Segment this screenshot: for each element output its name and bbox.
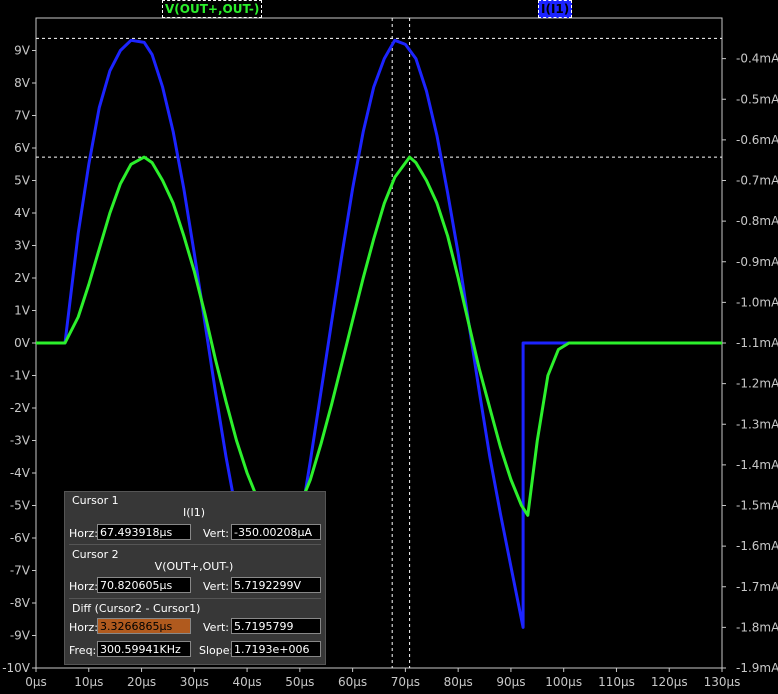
y-left-tick-label: 6V [14,141,31,155]
x-tick-label: 130µs [704,675,741,689]
voltage-trace-label[interactable]: V(OUT+,OUT-) [162,0,263,18]
cursor1-vert-label: Vert: [203,527,229,540]
diff-vert-label: Vert: [203,621,229,634]
current-trace-label[interactable]: I(I1) [538,0,573,18]
cursor-readout-panel: Cursor 1 I(I1) Horz: 67.493918µs Vert: -… [64,491,326,665]
x-tick-label: 120µs [651,675,688,689]
diff-slope-label: Slope: [199,644,234,657]
y-right-tick-label: -0.6mA [736,133,778,147]
y-right-tick-label: -1.1mA [736,336,778,350]
y-left-tick-label: -5V [10,499,31,513]
x-tick-label: 0µs [25,675,47,689]
diff-horz-field[interactable]: 3.3266865µs [97,618,191,634]
x-tick-label: 70µs [391,675,420,689]
y-left-tick-label: 4V [14,206,31,220]
x-tick-label: 20µs [127,675,156,689]
y-left-tick-label: -3V [10,434,31,448]
y-right-tick-label: -1.0mA [736,295,778,309]
x-tick-label: 40µs [232,675,261,689]
y-left-tick-label: 2V [14,271,31,285]
cursor1-horz-label: Horz: [69,527,99,540]
y-left-tick-label: -2V [10,401,31,415]
cursor2-vert-field[interactable]: 5.7192299V [231,577,321,593]
x-tick-label: 60µs [338,675,367,689]
cursor1-trace: I(I1) [182,506,206,519]
diff-slope-field[interactable]: 1.7193e+006 [231,641,321,657]
y-right-tick-label: -0.5mA [736,92,778,106]
y-left-tick-label: -6V [10,531,31,545]
y-left-tick-label: 1V [14,304,31,318]
cursor1-horz-field[interactable]: 67.493918µs [97,524,191,540]
cursor2-vert-label: Vert: [203,580,229,593]
y-left-tick-label: 0V [14,336,31,350]
voltage-trace [36,155,722,527]
x-tick-label: 110µs [598,675,635,689]
x-tick-label: 10µs [74,675,103,689]
y-right-tick-label: -1.5mA [736,499,778,513]
x-tick-label: 90µs [496,675,525,689]
y-right-tick-label: -1.4mA [736,458,778,472]
diff-freq-label: Freq: [69,644,97,657]
cursor2-trace: V(OUT+,OUT-) [154,560,234,573]
y-right-tick-label: -1.6mA [736,539,778,553]
y-left-tick-label: 8V [14,76,31,90]
y-right-tick-label: -0.8mA [736,214,778,228]
y-left-tick-label: 9V [14,44,31,58]
y-left-tick-label: -4V [10,466,31,480]
y-right-tick-label: -0.7mA [736,174,778,188]
y-right-tick-label: -1.7mA [736,580,778,594]
y-left-tick-label: 3V [14,239,31,253]
y-left-tick-label: 7V [14,109,31,123]
y-right-tick-label: -1.3mA [736,417,778,431]
y-left-tick-label: -1V [10,369,31,383]
diff-title: Diff (Cursor2 - Cursor1) [72,602,201,615]
diff-vert-field[interactable]: 5.7195799 [231,618,321,634]
cursor2-horz-field[interactable]: 70.820605µs [97,577,191,593]
x-tick-label: 100µs [545,675,582,689]
x-tick-label: 50µs [285,675,314,689]
x-tick-label: 80µs [444,675,473,689]
x-tick-label: 30µs [180,675,209,689]
divider [69,598,321,599]
y-right-tick-label: -0.9mA [736,255,778,269]
y-right-tick-label: -1.9mA [736,661,778,675]
divider [69,544,321,545]
y-left-tick-label: -8V [10,596,31,610]
diff-horz-label: Horz: [69,621,99,634]
y-right-tick-label: -0.4mA [736,52,778,66]
cursor1-vert-field[interactable]: -350.00208µA [231,524,321,540]
y-left-tick-label: -9V [10,629,31,643]
y-left-tick-label: 5V [14,174,31,188]
y-right-tick-label: -1.8mA [736,620,778,634]
diff-freq-field[interactable]: 300.59941KHz [97,641,191,657]
y-left-tick-label: -10V [2,661,31,675]
y-left-tick-label: -7V [10,564,31,578]
y-right-tick-label: -1.2mA [736,377,778,391]
cursor2-horz-label: Horz: [69,580,99,593]
